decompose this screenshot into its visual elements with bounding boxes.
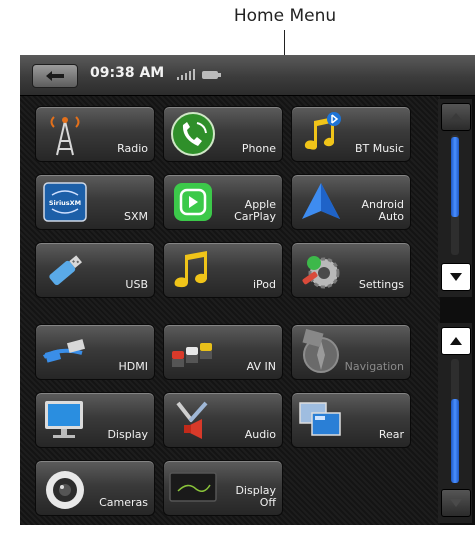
menu-grid: Radio Phone BT Music SiriusXM SXM Apple … [20,96,440,525]
status-bar: 09:38 AM [20,55,475,96]
tile-audio[interactable]: Audio [163,392,283,448]
tile-ipod[interactable]: iPod [163,242,283,298]
tile-label: Audio [244,428,276,441]
phone-icon [171,112,215,156]
tile-label: Cameras [99,496,148,509]
tile-display[interactable]: Display [35,392,155,448]
scroll-track[interactable] [451,135,459,255]
battery-icon [202,71,221,79]
tile-label: SXM [123,210,148,223]
android-auto-icon [302,183,340,219]
scroll-down-button[interactable] [441,263,471,291]
tile-rear[interactable]: Rear [291,392,411,448]
tile-label: Navigation [344,360,404,373]
scroll-thumb[interactable] [451,399,459,483]
carplay-icon [174,183,212,221]
radio-tower-icon [50,116,80,156]
chevron-up-icon [450,337,462,345]
tile-navigation[interactable]: Navigation [291,324,411,380]
tile-display-off[interactable]: Display Off [163,460,283,516]
chevron-down-icon [450,499,462,507]
back-button[interactable] [32,64,78,88]
usb-drive-icon [49,255,83,286]
monitor-icon [45,401,83,438]
tile-label: Radio [117,142,148,155]
siriusxm-logo-text: SiriusXM [49,199,81,207]
scroll-track[interactable] [451,359,459,483]
tile-radio[interactable]: Radio [35,106,155,162]
scroll-up-button[interactable] [441,103,471,131]
tile-label: Apple CarPlay [234,198,276,223]
bottom-scrollbar[interactable] [438,323,472,523]
tile-apple-carplay[interactable]: Apple CarPlay [163,174,283,230]
tile-label: BT Music [354,142,404,155]
compass-icon [302,328,339,373]
music-note-icon [174,251,207,288]
tile-label: Rear [378,428,404,441]
tile-label: Android Auto [361,198,404,223]
back-arrow-icon [46,71,64,81]
tile-cameras[interactable]: Cameras [35,460,155,516]
rear-screens-icon [299,402,341,436]
tile-sxm[interactable]: SiriusXM SXM [35,174,155,230]
bluetooth-music-icon [304,112,341,150]
tile-label: Display [107,428,148,441]
top-scrollbar[interactable] [438,99,472,297]
head-unit-screen: 09:38 AM Radio Phone BT Music SiriusXM S… [20,55,475,525]
screen-off-icon [169,472,217,502]
tile-av-in[interactable]: AV IN [163,324,283,380]
rca-connectors-icon [172,343,212,367]
tile-phone[interactable]: Phone [163,106,283,162]
clock: 09:38 AM [90,65,165,81]
tile-usb[interactable]: USB [35,242,155,298]
tile-bt-music[interactable]: BT Music [291,106,411,162]
scroll-thumb[interactable] [451,137,459,217]
tile-hdmi[interactable]: HDMI [35,324,155,380]
tile-android-auto[interactable]: Android Auto [291,174,411,230]
camera-lens-icon [46,471,84,509]
siriusxm-icon: SiriusXM [43,182,87,222]
audio-tools-icon [176,401,208,439]
tile-label: Settings [358,278,404,291]
hdmi-cable-icon [42,339,86,363]
tile-label: Phone [241,142,276,155]
tile-label: AV IN [246,360,276,373]
chevron-down-icon [450,273,462,281]
chevron-up-icon [450,113,462,120]
callout-label: Home Menu [233,6,337,26]
tile-label: Display Off [235,484,276,509]
scroll-up-button[interactable] [441,327,471,355]
scroll-down-button[interactable] [441,489,471,517]
tile-label: USB [125,278,148,291]
tile-label: HDMI [118,360,148,373]
tile-settings[interactable]: Settings [291,242,411,298]
tile-label: iPod [252,278,276,291]
signal-icon [177,69,195,80]
settings-gear-icon [302,256,340,289]
